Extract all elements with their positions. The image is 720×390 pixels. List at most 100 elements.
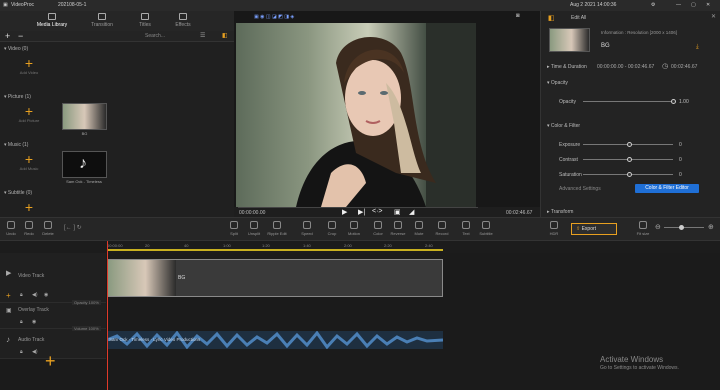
- panel-toggle-icon[interactable]: ◧: [548, 14, 555, 22]
- tab-media-library[interactable]: Media Library: [30, 13, 74, 32]
- opacity-value[interactable]: 1.00: [679, 99, 689, 105]
- eye-icon[interactable]: ◉: [32, 319, 36, 325]
- record-icon: [438, 221, 446, 229]
- advanced-settings-label[interactable]: Advanced Settings: [559, 186, 601, 192]
- panel-close-icon[interactable]: ✕: [711, 13, 716, 20]
- list-view-icon[interactable]: ☰: [200, 32, 205, 39]
- color-button[interactable]: Color: [367, 221, 389, 236]
- add-video-button[interactable]: + Add Video: [14, 56, 44, 75]
- collapse-panel-icon[interactable]: ◧: [222, 32, 228, 39]
- exposure-slider-knob[interactable]: [627, 142, 632, 147]
- preview-mode-icons[interactable]: ▣ ◉ ◫ ◪ ◩ ◨ ◈: [254, 14, 294, 20]
- opacity-slider-knob[interactable]: [671, 99, 676, 104]
- edit-all-label[interactable]: Edit All: [571, 15, 586, 21]
- tab-label: Effects: [175, 22, 191, 28]
- add-picture-button[interactable]: + Add Picture: [14, 104, 44, 123]
- split-button[interactable]: Split: [223, 221, 245, 236]
- ripple-edit-button[interactable]: Ripple Edit: [266, 221, 288, 236]
- zoom-out-icon[interactable]: ⊖: [655, 223, 661, 231]
- reverse-button[interactable]: Reverse: [387, 221, 409, 236]
- unsplit-button[interactable]: Unsplit: [243, 221, 265, 236]
- zoom-slider-knob[interactable]: [679, 225, 684, 230]
- timeline-toolbar: Undo Redo Delete [← ] ↻ Split Unsplit Ri…: [0, 217, 720, 241]
- crop-button[interactable]: Crop: [321, 221, 343, 236]
- audio-clip[interactable]: Sam Ock - Timeless - Lyric Video Product…: [106, 330, 444, 350]
- tab-effects[interactable]: Effects: [161, 13, 205, 28]
- zoom-slider[interactable]: [664, 227, 704, 228]
- audio-volume: Volume 100%: [72, 326, 101, 331]
- eye-icon[interactable]: ◉: [44, 292, 48, 298]
- fit-size-icon: [639, 221, 647, 229]
- maximize-icon[interactable]: ▢: [691, 2, 696, 8]
- color-filter-section[interactable]: ▾ Color & Filter: [547, 123, 580, 129]
- speed-button[interactable]: Speed: [296, 221, 318, 236]
- mute-button[interactable]: Mute: [408, 221, 430, 236]
- music-caption: Sam Ock - Timeless: [66, 179, 102, 184]
- add-track-icon[interactable]: +: [6, 291, 11, 300]
- section-video[interactable]: ▾ Video (0): [4, 46, 28, 52]
- time-duration-section[interactable]: ▸ Time & Duration: [547, 64, 587, 70]
- remove-media-icon[interactable]: −: [18, 31, 23, 41]
- play-button[interactable]: ▶: [342, 208, 347, 216]
- transform-section[interactable]: ▸ Transform: [547, 209, 573, 215]
- video-clip[interactable]: BG: [107, 259, 443, 297]
- color-filter-editor-button[interactable]: Color & Filter Editor: [635, 184, 699, 193]
- preview-controls: 00:00:00.00 ▶ ▶| <·> ▣ ◢ 00:02:46.67: [234, 207, 540, 217]
- opacity-slider[interactable]: [583, 101, 673, 102]
- add-track-button[interactable]: +: [45, 351, 56, 372]
- contrast-value[interactable]: 0: [679, 157, 682, 163]
- saturation-value[interactable]: 0: [679, 172, 682, 178]
- fit-size-button[interactable]: Fit size: [632, 221, 654, 236]
- project-name: 202108-05-1: [58, 2, 87, 8]
- delete-button[interactable]: Delete: [37, 221, 59, 236]
- motion-button[interactable]: Motion: [343, 221, 365, 236]
- add-media-icon[interactable]: +: [5, 31, 10, 41]
- section-subtitle[interactable]: ▾ Subtitle (0): [4, 190, 32, 196]
- export-button[interactable]: ⇪ Export: [571, 223, 617, 235]
- snapshot-icon[interactable]: ◙: [516, 13, 520, 19]
- lock-icon[interactable]: 🔒︎: [20, 292, 23, 298]
- search-input[interactable]: Search...: [145, 33, 165, 39]
- lock-icon[interactable]: 🔒︎: [20, 319, 23, 325]
- volume-icon[interactable]: ◢: [409, 208, 414, 216]
- playhead[interactable]: [107, 241, 108, 390]
- snapshot-button[interactable]: ▣: [394, 208, 401, 216]
- section-label: Color & Filter: [550, 123, 581, 129]
- close-icon[interactable]: ✕: [706, 2, 710, 8]
- ruler-tick: 40: [184, 243, 189, 248]
- speaker-icon[interactable]: ◀): [32, 292, 38, 298]
- tool-label: Undo: [6, 231, 16, 236]
- record-button[interactable]: Record: [431, 221, 453, 236]
- section-music[interactable]: ▾ Music (1): [4, 142, 28, 148]
- video-preview[interactable]: [236, 23, 476, 207]
- tab-transition[interactable]: Transition: [80, 13, 124, 28]
- opacity-section[interactable]: ▾ Opacity: [547, 80, 568, 86]
- add-subtitle-button[interactable]: +: [14, 200, 44, 214]
- add-music-button[interactable]: + Add Music: [14, 152, 44, 171]
- redo-icon: [25, 221, 33, 229]
- music-note-icon: ♪: [79, 155, 87, 172]
- saturation-slider-knob[interactable]: [627, 172, 632, 177]
- subtitle-button[interactable]: Subtitle: [475, 221, 497, 236]
- picture-thumbnail[interactable]: [62, 103, 107, 130]
- contrast-slider-knob[interactable]: [627, 157, 632, 162]
- hdr-button[interactable]: HDR: [543, 221, 565, 236]
- section-picture[interactable]: ▾ Picture (1): [4, 94, 31, 100]
- music-thumbnail[interactable]: ♪: [62, 151, 107, 178]
- speaker-icon[interactable]: ◀): [32, 349, 38, 355]
- lock-icon[interactable]: 🔒︎: [20, 349, 23, 355]
- exposure-value[interactable]: 0: [679, 142, 682, 148]
- text-button[interactable]: Text: [455, 221, 477, 236]
- export-icon: ⇪: [576, 226, 581, 232]
- clip-name: BG: [601, 43, 610, 49]
- tool-label: Record: [435, 231, 449, 236]
- settings-icon[interactable]: ⚙: [651, 2, 655, 8]
- minimize-icon[interactable]: —: [676, 2, 681, 8]
- total-time: 00:02:46.67: [506, 210, 533, 216]
- download-icon[interactable]: ⤓: [696, 44, 699, 51]
- mark-in-out-button[interactable]: <·>: [372, 208, 383, 215]
- timeline-nav-icons[interactable]: [← ] ↻: [64, 224, 82, 231]
- timeline-ruler[interactable]: 00:00:00 20 40 1:00 1:20 1:40 2:00 2:20 …: [0, 241, 720, 253]
- step-forward-button[interactable]: ▶|: [358, 208, 365, 216]
- zoom-in-icon[interactable]: ⊕: [708, 223, 714, 231]
